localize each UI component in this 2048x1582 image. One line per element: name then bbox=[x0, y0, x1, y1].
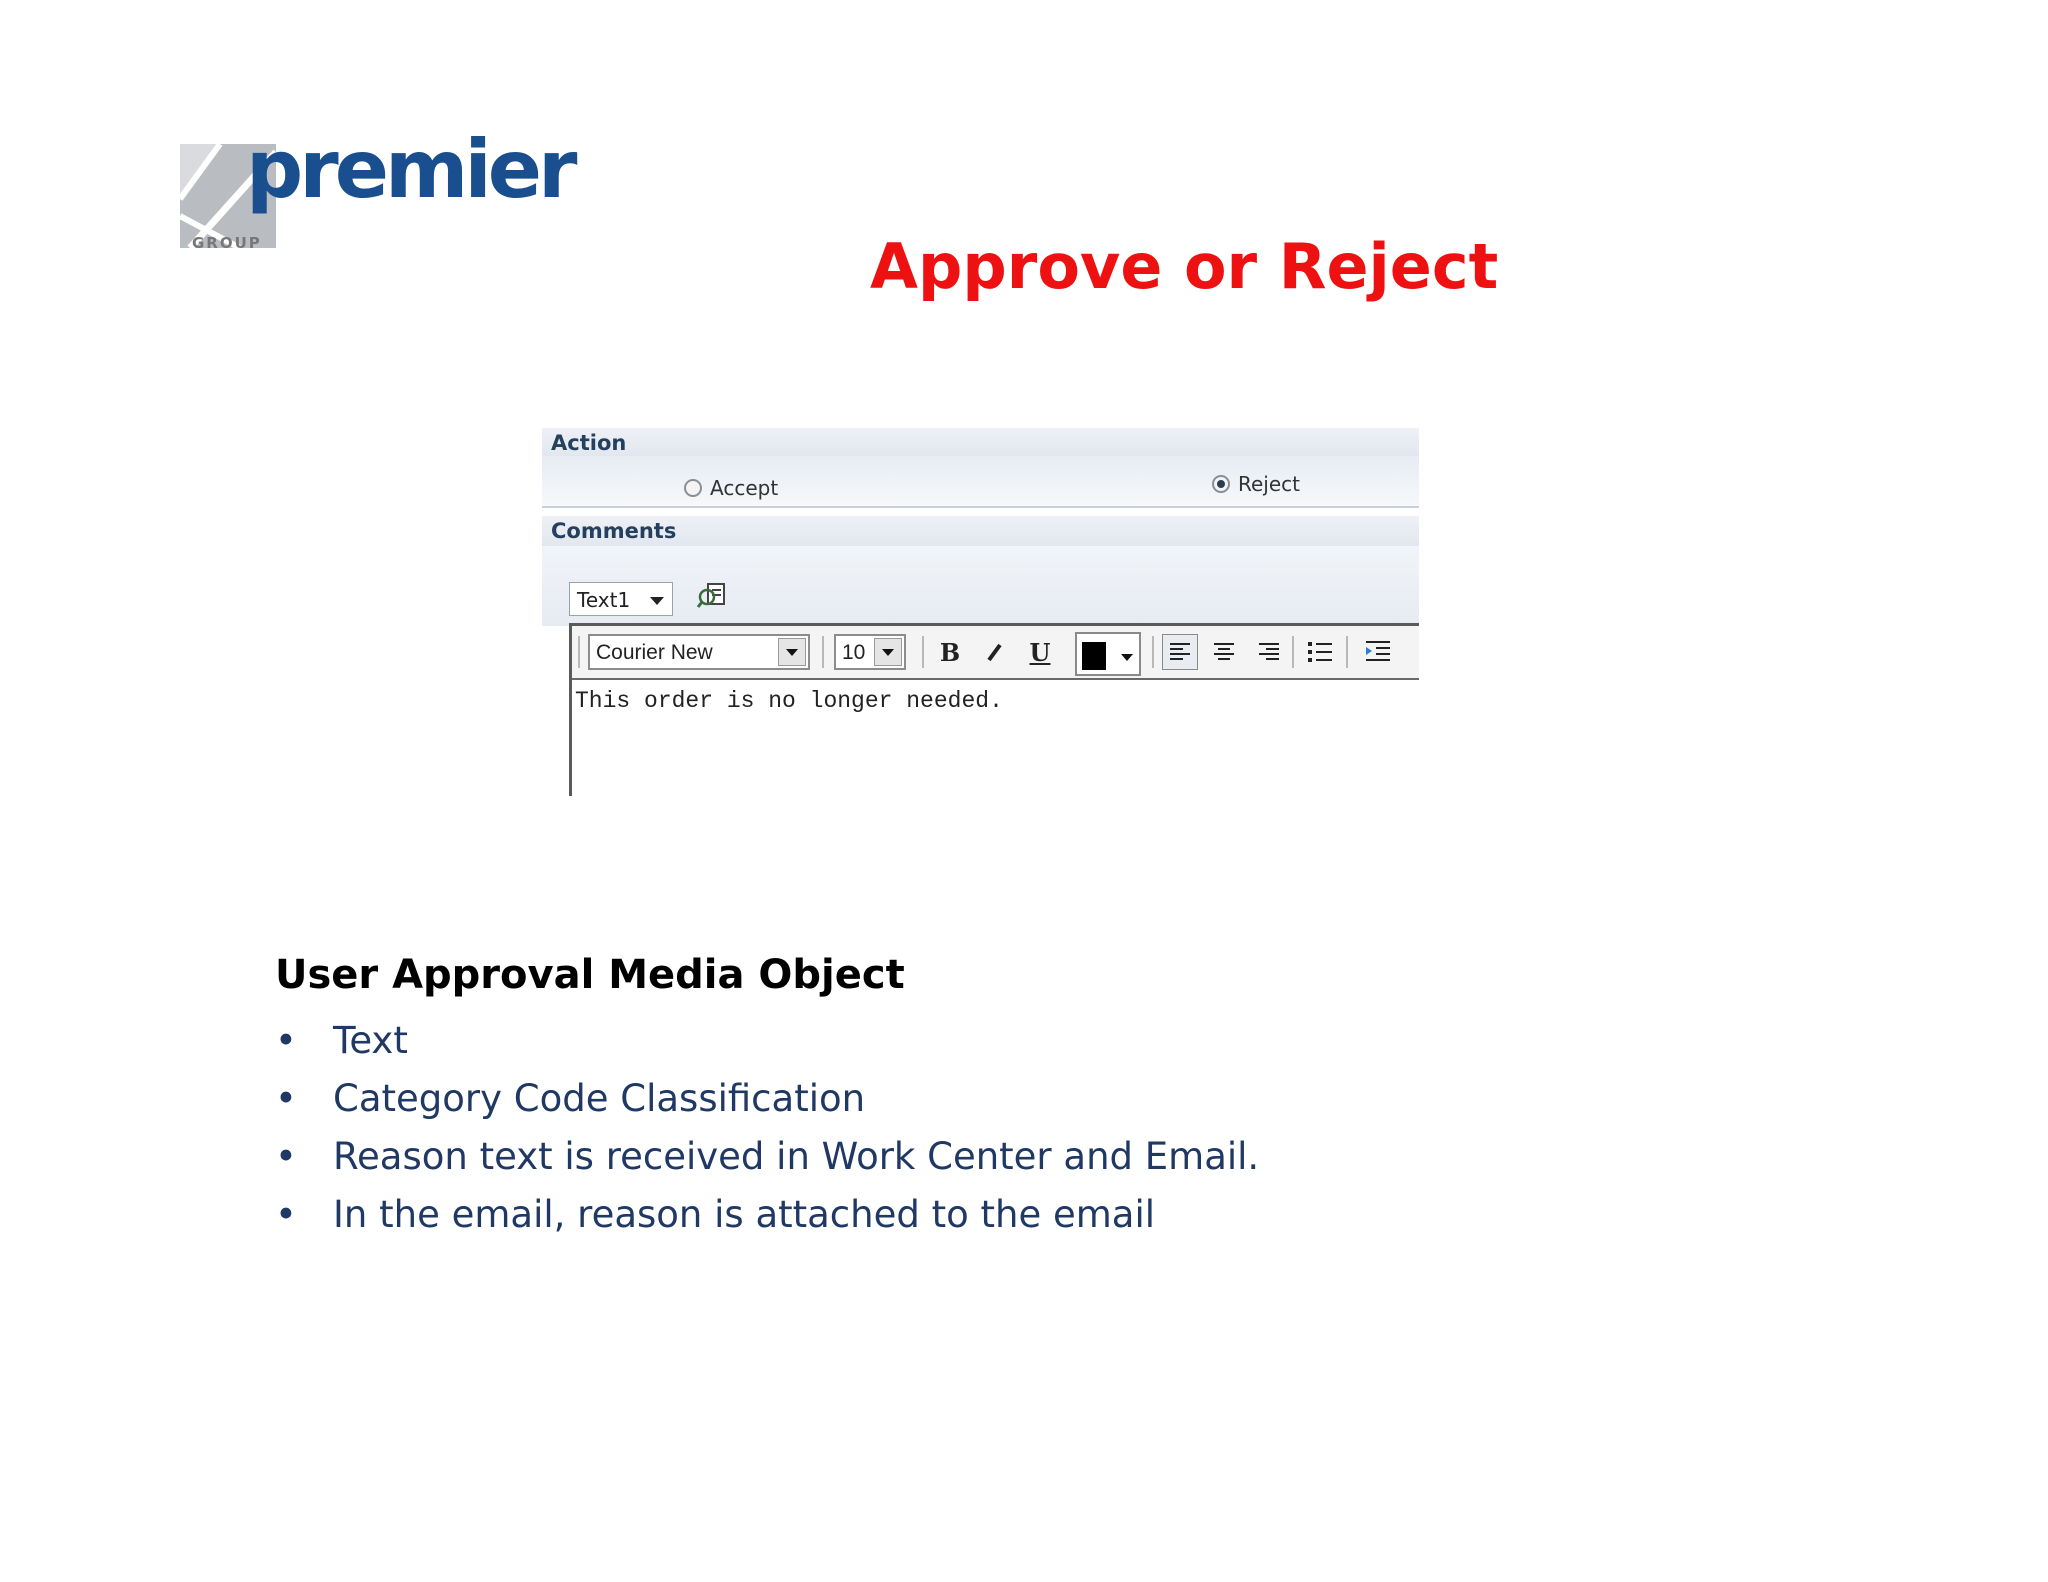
text-color-picker[interactable] bbox=[1075, 632, 1141, 676]
section-title: User Approval Media Object bbox=[275, 952, 905, 998]
italic-button[interactable] bbox=[978, 636, 1010, 668]
chevron-down-icon bbox=[650, 597, 664, 605]
indent-button[interactable] bbox=[1362, 636, 1394, 668]
align-right-button[interactable] bbox=[1253, 636, 1285, 668]
template-value: Text1 bbox=[577, 588, 631, 612]
font-size-select[interactable]: 10 bbox=[834, 634, 906, 670]
bullet-list: • Text • Category Code Classification • Rea… bbox=[275, 1016, 1259, 1248]
reject-radio-icon bbox=[1212, 475, 1230, 493]
chevron-down-icon bbox=[778, 638, 806, 666]
chevron-down-icon bbox=[874, 638, 902, 666]
editor-toolbar: Courier New 10 B U bbox=[572, 626, 1419, 680]
toolbar-separator bbox=[822, 636, 824, 668]
color-swatch bbox=[1082, 642, 1106, 670]
approval-form-screenshot: Action Accept Reject Comments Text1 Cour… bbox=[542, 428, 1419, 796]
font-size-value: 10 bbox=[842, 641, 866, 664]
align-left-icon bbox=[1170, 643, 1190, 660]
toolbar-separator bbox=[1346, 636, 1348, 668]
bullet-text: Category Code Classification bbox=[333, 1077, 866, 1120]
toolbar-separator bbox=[922, 636, 924, 668]
reject-radio[interactable]: Reject bbox=[1212, 472, 1300, 496]
action-label: Action bbox=[551, 431, 627, 455]
italic-icon bbox=[987, 643, 1002, 662]
bulleted-list-button[interactable] bbox=[1304, 636, 1336, 668]
font-family-select[interactable]: Courier New bbox=[588, 634, 810, 670]
accept-label: Accept bbox=[710, 476, 779, 500]
bullet-item: • Text bbox=[275, 1016, 1259, 1074]
align-right-icon bbox=[1259, 643, 1279, 660]
bullet-item: • In the email, reason is attached to the… bbox=[275, 1190, 1259, 1248]
bullet-text: Reason text is received in Work Center a… bbox=[333, 1135, 1260, 1178]
bullet-text: In the email, reason is attached to the … bbox=[333, 1193, 1156, 1236]
bold-button[interactable]: B bbox=[934, 636, 966, 668]
bullet-text: Text bbox=[333, 1019, 408, 1062]
action-radio-row: Accept Reject bbox=[542, 456, 1419, 508]
font-family-value: Courier New bbox=[596, 641, 713, 664]
action-header: Action bbox=[542, 428, 1419, 456]
bulleted-list-icon bbox=[1308, 642, 1332, 662]
toolbar-separator bbox=[1292, 636, 1294, 668]
indent-icon bbox=[1366, 641, 1390, 661]
align-center-icon bbox=[1214, 643, 1234, 660]
toolbar-separator bbox=[1152, 636, 1154, 668]
bullet-dot: • bbox=[275, 1135, 297, 1178]
preview-search-icon[interactable] bbox=[696, 580, 730, 614]
bullet-dot: • bbox=[275, 1193, 297, 1236]
align-left-button[interactable] bbox=[1162, 634, 1198, 670]
accept-radio[interactable]: Accept bbox=[684, 476, 778, 500]
underline-button[interactable]: U bbox=[1024, 636, 1056, 668]
accept-radio-icon bbox=[684, 479, 702, 497]
align-center-button[interactable] bbox=[1208, 636, 1240, 668]
bullet-item: • Reason text is received in Work Center … bbox=[275, 1132, 1259, 1190]
comments-label: Comments bbox=[551, 519, 677, 543]
comments-band bbox=[542, 546, 1419, 626]
template-select[interactable]: Text1 bbox=[569, 582, 673, 616]
toolbar-separator bbox=[578, 636, 580, 668]
logo-subtitle: GROUP bbox=[192, 234, 262, 252]
logo-wordmark: premier bbox=[246, 123, 577, 216]
reject-label: Reject bbox=[1238, 472, 1301, 496]
rich-text-editor[interactable]: Courier New 10 B U This order is no long… bbox=[569, 623, 1419, 796]
bullet-dot: • bbox=[275, 1077, 297, 1120]
premier-group-logo: premier GROUP bbox=[180, 130, 577, 258]
bullet-item: • Category Code Classification bbox=[275, 1074, 1259, 1132]
comment-text: This order is no longer needed. bbox=[575, 688, 1003, 714]
bullet-dot: • bbox=[275, 1019, 297, 1062]
page-title: Approve or Reject bbox=[870, 230, 1499, 303]
chevron-down-icon bbox=[1121, 654, 1133, 661]
comments-header: Comments bbox=[542, 516, 1419, 546]
